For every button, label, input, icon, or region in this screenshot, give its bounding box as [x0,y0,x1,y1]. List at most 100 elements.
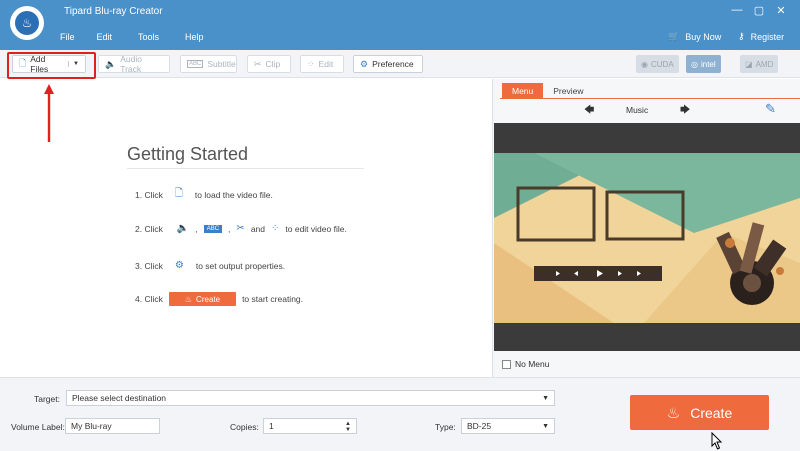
stepper-arrows-icon[interactable]: ▲ ▼ [345,421,351,433]
menu-tools[interactable]: Tools [138,32,159,42]
copies-stepper[interactable]: 1 ▲ ▼ [263,418,357,434]
effects-icon: ⁘ [307,58,315,69]
window-controls: — ▢ ✕ [726,4,792,17]
inline-create-label: Create [196,294,221,304]
intel-icon: ◎ [691,59,698,69]
step-3-prefix: 3. Click [135,260,163,271]
cart-icon: 🛒 [668,31,680,41]
effects-icon: ⁘ [271,223,280,234]
subtitle-icon: ABC [203,224,223,233]
step-4: 4. Click ♨ Create to start creating. [135,292,303,306]
title-bar: ♨ Tipard Blu-ray Creator File Edit Tools… [0,0,800,50]
panel-tabs: Menu Preview [502,83,594,98]
create-button[interactable]: ♨ Create [630,395,769,430]
register-label: Register [750,31,785,42]
add-files-highlight [7,52,96,79]
menu-preview-image [494,123,800,351]
tab-preview[interactable]: Preview [543,83,593,98]
volume-label-label: Volume Label: [11,422,65,432]
target-label: Target: [34,394,60,404]
audio-track-label: Audio Track [120,54,142,74]
copies-label: Copies: [230,422,259,432]
flame-icon: ♨ [184,294,193,304]
no-menu-option[interactable]: No Menu [502,359,550,369]
gear-icon: ⚙ [174,260,184,271]
amd-badge: ◪ AMD [740,55,779,73]
scissors-icon: ✂ [236,223,245,234]
restore-button[interactable]: ▢ [748,4,770,17]
chevron-down-icon: ▼ [542,422,549,430]
target-value: Please select destination [72,393,167,403]
clip-button[interactable]: ✂ Clip [247,55,291,73]
gear-icon: ⚙ [360,58,369,69]
audio-track-button[interactable]: 🔈 Audio Track [98,54,170,74]
no-menu-checkbox[interactable] [502,359,511,369]
step-1-text: to load the video file. [194,189,273,200]
add-file-icon: 🗋 [174,188,183,199]
tab-menu[interactable]: Menu [502,83,544,98]
scissors-icon: ✂ [254,58,262,69]
menu-template-name: Music [626,105,649,115]
inline-create-badge: ♨ Create [168,292,237,306]
preference-button[interactable]: ⚙ Preference [353,55,423,73]
type-select[interactable]: BD-25 ▼ [461,418,555,434]
step-1-prefix: 1. Click [135,189,163,200]
arrow-up-icon [44,84,54,142]
tab-underline [500,98,800,99]
step-4-text: to start creating. [242,294,304,304]
flame-logo-icon: ♨ [15,11,39,35]
preference-label: Preference [372,59,414,69]
subtitle-label: Subtitle [207,59,236,69]
minimize-button[interactable]: — [726,4,748,17]
target-select[interactable]: Please select destination ▼ [66,390,555,406]
intel-label: intel [700,59,716,69]
title-divider [127,168,364,169]
step-2: 2. Click 🔈 , ABC , ✂ and ⁘ to edit video… [135,223,347,234]
volume-label-input[interactable]: My Blu-ray [65,418,160,434]
menu-edit[interactable]: Edit [97,32,113,42]
getting-started-title: Getting Started [127,144,249,164]
no-menu-label: No Menu [515,359,550,369]
step-1: 1. Click 🗋 to load the video file. [135,186,273,203]
volume-label-value: My Blu-ray [71,421,112,431]
step-2-and: and [250,223,265,234]
speaker-icon: 🔈 [105,58,117,69]
edit-button[interactable]: ⁘ Edit [300,55,344,73]
menu-template-nav: 🡄 Music 🡆 ✎ [492,100,800,120]
step-3: 3. Click ⚙ to set output properties. [135,260,285,271]
mouse-cursor-icon [711,432,723,450]
edit-label: Edit [318,59,334,69]
step-2-comma: , [228,223,231,234]
step-4-prefix: 4. Click [135,294,163,304]
buy-now-label: Buy Now [685,31,722,42]
key-icon: ⚷ [738,31,745,41]
cuda-label: CUDA [650,59,674,69]
edit-menu-icon[interactable]: ✎ [765,101,776,117]
arrow-right-icon[interactable]: 🡆 [680,103,690,120]
create-button-label: Create [690,404,733,421]
subtitle-button[interactable]: ABC Subtitle [180,55,237,73]
amd-icon: ◪ [745,59,753,69]
arrow-left-icon[interactable]: 🡄 [584,103,594,120]
clip-label: Clip [265,59,281,69]
menu-file[interactable]: File [60,32,75,42]
cuda-badge: ◉ CUDA [636,55,679,73]
type-value: BD-25 [467,421,492,431]
app-logo: ♨ [10,6,44,40]
preview-artwork [494,123,800,351]
step-2-text: to edit video file. [285,223,347,234]
chevron-down-icon: ▼ [542,394,549,402]
intel-badge: ◎ intel [686,55,721,73]
step-2-prefix: 2. Click [135,223,163,234]
menu-bar: File Edit Tools Help [60,32,230,42]
nvidia-icon: ◉ [641,59,648,69]
amd-label: AMD [755,59,774,69]
toolbar: 🗋 Add Files ▼ 🔈 Audio Track ABC Subtitle… [0,50,800,78]
flame-icon: ♨ [666,404,681,422]
register-link[interactable]: ⚷ Register [738,31,784,42]
menu-help[interactable]: Help [185,32,204,42]
buy-now-link[interactable]: 🛒 Buy Now [668,31,721,42]
speaker-icon: 🔈 [176,223,190,234]
type-label: Type: [435,422,456,432]
close-button[interactable]: ✕ [770,4,792,17]
